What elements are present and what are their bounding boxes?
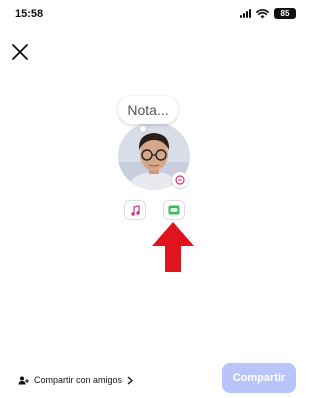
close-button[interactable] xyxy=(10,42,30,62)
edit-note-badge[interactable] xyxy=(172,172,188,188)
gif-icon xyxy=(168,205,180,215)
red-arrow-icon xyxy=(152,222,194,272)
battery-icon: 85 xyxy=(274,8,296,19)
note-input[interactable]: Nota... xyxy=(118,96,178,124)
wifi-icon xyxy=(256,8,269,18)
status-icons: 85 xyxy=(240,8,296,19)
signal-icon xyxy=(240,9,251,18)
close-icon xyxy=(12,44,28,60)
bubble-tail-dot xyxy=(140,126,146,132)
add-friend-icon xyxy=(18,376,29,384)
note-composer-screen: 15:58 85 Nota... Compartir con amigos Co… xyxy=(0,0,308,398)
music-note-icon xyxy=(130,204,140,216)
chevron-right-icon xyxy=(127,376,134,384)
music-button[interactable] xyxy=(124,200,146,220)
share-with-friends-label: Compartir con amigos xyxy=(34,375,123,385)
gif-button[interactable] xyxy=(163,200,185,220)
share-button[interactable]: Compartir xyxy=(222,363,296,393)
status-time: 15:58 xyxy=(15,8,44,20)
share-with-friends-link[interactable]: Compartir con amigos xyxy=(18,375,134,385)
edit-note-icon xyxy=(175,175,185,185)
